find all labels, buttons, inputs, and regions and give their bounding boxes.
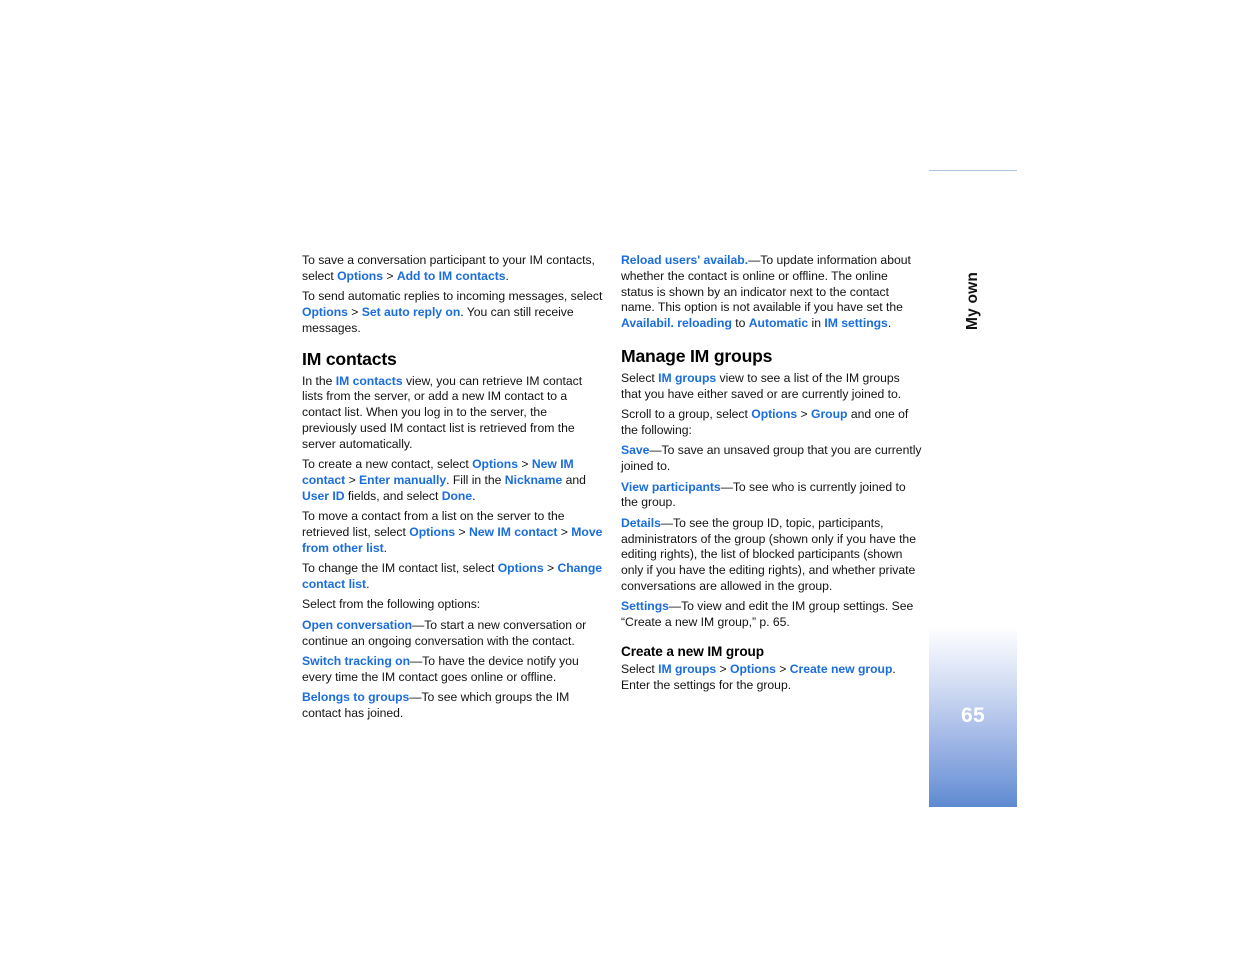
text-run: to: [731, 316, 749, 331]
paragraph-belongs-to-groups: Belongs to groups—To see which groups th…: [302, 690, 604, 722]
paragraph-auto-reply: To send automatic replies to incoming me…: [302, 289, 604, 336]
text-run: Scroll to a group, select: [621, 407, 752, 422]
paragraph-create-new-group-steps: Select IM groups > Options > Create new …: [621, 662, 923, 694]
subsection-heading-create-new-im-group: Create a new IM group: [621, 643, 764, 659]
text-run: To change the IM contact list, select: [302, 561, 498, 576]
manual-page: To save a conversation participant to yo…: [0, 0, 1235, 954]
ui-term-done: Done: [441, 488, 473, 503]
ui-term-im-groups: IM groups: [658, 370, 717, 385]
ui-term-availabil-reloading: Availabil. reloading: [621, 316, 732, 331]
ui-term-set-auto-reply-on: Set auto reply on: [361, 304, 461, 319]
ui-term-enter-manually: Enter manually: [359, 472, 447, 487]
text-run: In the: [302, 373, 336, 388]
left-text-column: To save a conversation participant to yo…: [302, 253, 604, 726]
text-run: To create a new contact, select: [302, 457, 473, 472]
ui-term-user-id: User ID: [302, 488, 345, 503]
paragraph-open-conversation: Open conversation—To start a new convers…: [302, 618, 604, 650]
paragraph-move-contact: To move a contact from a list on the ser…: [302, 509, 604, 556]
ui-term-options: Options: [302, 304, 348, 319]
ui-term-options: Options: [497, 561, 544, 576]
paragraph-change-contact-list: To change the IM contact list, select Op…: [302, 561, 604, 593]
ui-term-view-participants: View participants: [621, 479, 721, 494]
text-run: —To save an unsaved group that you are c…: [621, 443, 922, 474]
paragraph-select-options-intro: Select from the following options:: [302, 597, 604, 613]
text-run: . Fill in the: [446, 472, 505, 487]
ui-term-nickname: Nickname: [504, 472, 563, 487]
ui-term-options: Options: [751, 407, 798, 422]
paragraph-save: Save—To save an unsaved group that you a…: [621, 443, 923, 475]
text-run: >: [345, 472, 360, 487]
text-run: in: [808, 316, 825, 331]
ui-term-im-groups: IM groups: [658, 661, 717, 676]
ui-term-group: Group: [810, 407, 848, 422]
text-run: >: [543, 561, 558, 576]
section-heading-manage-im-groups: Manage IM groups: [621, 345, 773, 366]
ui-term-save: Save: [621, 443, 650, 458]
ui-term-reload-users-availab: Reload users' availab.: [621, 253, 749, 267]
text-run: fields, and select: [344, 488, 442, 503]
paragraph-details: Details—To see the group ID, topic, part…: [621, 516, 923, 595]
paragraph-settings: Settings—To view and edit the IM group s…: [621, 599, 923, 631]
text-run: >: [347, 304, 362, 319]
text-run: >: [517, 457, 532, 472]
ui-term-new-im-contact: New IM contact: [468, 524, 558, 539]
ui-term-open-conversation: Open conversation: [302, 617, 413, 632]
paragraph-im-contacts-view: In the IM contacts view, you can retriev…: [302, 374, 604, 453]
text-run: .: [472, 488, 476, 503]
paragraph-select-im-groups-view: Select IM groups view to see a list of t…: [621, 371, 923, 403]
text-run: Select: [621, 370, 659, 385]
ui-term-options: Options: [730, 661, 776, 676]
ui-term-options: Options: [337, 268, 383, 283]
text-run: .: [505, 268, 509, 283]
ui-term-settings: Settings: [621, 599, 669, 614]
ui-term-belongs-to-groups: Belongs to groups: [302, 690, 410, 705]
ui-term-add-to-im-contacts: Add to IM contacts: [396, 268, 506, 283]
paragraph-reload-users-availab: Reload users' availab.—To update informa…: [621, 253, 923, 332]
text-run: >: [557, 524, 572, 539]
text-run: >: [455, 524, 469, 539]
ui-term-switch-tracking-on: Switch tracking on: [302, 653, 410, 668]
text-run: To send automatic replies to incoming me…: [302, 289, 603, 304]
text-run: and: [562, 472, 586, 487]
paragraph-switch-tracking-on: Switch tracking on—To have the device no…: [302, 654, 604, 686]
page-number: 65: [961, 704, 985, 727]
paragraph-create-new-contact: To create a new contact, select Options …: [302, 457, 604, 504]
ui-term-options: Options: [472, 457, 518, 472]
text-run: —To see the group ID, topic, participant…: [621, 515, 916, 593]
text-run: >: [716, 661, 731, 676]
paragraph-save-participant: To save a conversation participant to yo…: [302, 253, 604, 285]
chapter-tab-label: My own: [964, 271, 981, 331]
right-text-column: Reload users' availab.—To update informa…: [621, 253, 923, 698]
text-run: >: [775, 661, 790, 676]
section-heading-im-contacts: IM contacts: [302, 348, 397, 369]
chapter-tab: My own 65: [929, 170, 1017, 807]
text-run: Select: [621, 661, 659, 676]
paragraph-view-participants: View participants—To see who is currentl…: [621, 480, 923, 512]
text-run: >: [797, 407, 811, 422]
text-run: .: [887, 316, 892, 331]
ui-term-im-contacts: IM contacts: [335, 373, 403, 388]
ui-term-im-settings: IM settings: [824, 316, 888, 331]
ui-term-options: Options: [409, 524, 456, 539]
paragraph-scroll-to-group: Scroll to a group, select Options > Grou…: [621, 407, 923, 439]
ui-term-details: Details: [621, 515, 661, 530]
text-run: Select from the following options:: [302, 597, 481, 612]
text-run: .: [383, 540, 388, 555]
text-run: >: [383, 268, 397, 283]
ui-term-create-new-group: Create new group: [789, 661, 893, 676]
ui-term-automatic: Automatic: [748, 316, 809, 331]
text-run: .: [366, 576, 370, 591]
